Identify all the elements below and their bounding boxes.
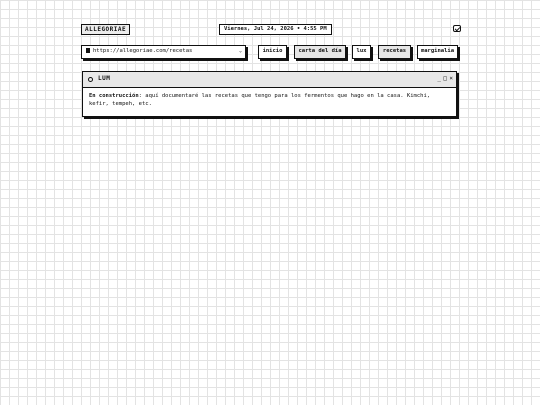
url-bar[interactable]: https://allegoriae.com/recetas ⌄ (81, 45, 246, 59)
nav-carta-del-dia-button[interactable]: carta del día (294, 45, 346, 59)
close-icon[interactable]: × (449, 75, 453, 83)
site-logo[interactable]: ALLEGORIAE (81, 24, 131, 35)
body-text: : aquí documentaré las recetas que tengo… (89, 93, 431, 107)
nav-inicio-button[interactable]: inicio (258, 45, 287, 59)
mail-icon[interactable] (453, 25, 461, 32)
window-body: En construcción: aquí documentaré las re… (83, 88, 456, 112)
body-bold-label: En construcción (89, 93, 139, 99)
minimize-icon[interactable]: _ (437, 75, 441, 83)
maximize-icon[interactable]: □ (443, 75, 447, 83)
window-title: LUM (98, 75, 111, 82)
nav-lux-button[interactable]: lux (352, 45, 371, 59)
nav-recetas-button[interactable]: recetas (378, 45, 411, 59)
datetime-display: Viernes, Jul 24, 2026 • 4:55 PM (219, 24, 332, 35)
nav-row: https://allegoriae.com/recetas ⌄ inicio … (81, 45, 461, 59)
top-bar: ALLEGORIAE Viernes, Jul 24, 2026 • 4:55 … (81, 24, 461, 36)
page-icon (86, 48, 90, 53)
window-titlebar[interactable]: LUM _ □ × (83, 72, 456, 88)
circle-icon (88, 77, 93, 82)
lum-window: LUM _ □ × En construcción: aquí document… (82, 71, 457, 117)
chevron-down-icon[interactable]: ⌄ (239, 46, 242, 57)
nav-marginalia-button[interactable]: marginalia (417, 45, 458, 59)
url-text: https://allegoriae.com/recetas (93, 48, 193, 54)
